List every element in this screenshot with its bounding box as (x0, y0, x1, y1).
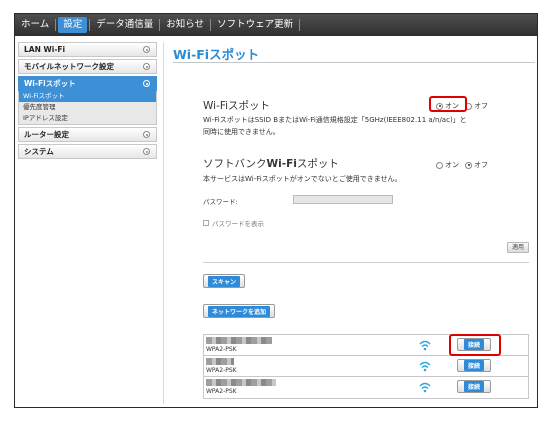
sidebar-item-system[interactable]: システム (18, 144, 157, 159)
sidebar-item-lan-wifi[interactable]: LAN Wi-Fi (18, 42, 157, 57)
circle-dot-icon (143, 80, 150, 87)
ssid-redacted (206, 337, 272, 344)
main-content: Wi-Fiスポット Wi-Fiスポット オン オフ Wi-FiスポットはSSID… (173, 40, 535, 406)
sidebar-item-label: LAN Wi-Fi (24, 45, 66, 54)
softbank-spot-on-label: オン (445, 161, 459, 169)
softbank-spot-on-radio[interactable] (436, 161, 443, 169)
connect-button[interactable]: 接続 (457, 359, 491, 372)
sidebar-item-mobile-network[interactable]: モバイルネットワーク設定 (18, 59, 157, 74)
circle-dot-icon (143, 46, 150, 53)
scan-button-label: スキャン (208, 275, 241, 287)
circle-dot-icon (143, 131, 150, 138)
show-password-row: パスワードを表示 (203, 218, 264, 228)
network-security: WPA2-PSK (206, 346, 237, 353)
sidebar-item-wifi-spot[interactable]: Wi-Fiスポット (18, 76, 157, 91)
network-security: WPA2-PSK (206, 388, 237, 395)
sidebar-item-router[interactable]: ルーター設定 (18, 127, 157, 142)
sidebar-subitem-ip-address[interactable]: IPアドレス設定 (19, 113, 156, 124)
password-field[interactable] (293, 195, 393, 204)
wifi-spot-on-highlight (429, 96, 467, 112)
softbank-heading-suffix: スポット (296, 158, 339, 170)
wifi-spot-description: Wi-FiスポットはSSID BまたはWi-Fi通信規格設定「5GHz(IEEE… (203, 114, 467, 138)
sidebar-item-label: Wi-Fiスポット (24, 79, 76, 88)
softbank-wifi-spot-heading: ソフトバンクWi-Fiスポット (203, 156, 339, 171)
top-navigation: ホーム 設定 データ通信量 お知らせ ソフトウェア更新 (15, 14, 537, 36)
sidebar-submenu: Wi-Fiスポット 優先度管理 IPアドレス設定 (18, 91, 157, 125)
wifi-spot-desc-line: Wi-FiスポットはSSID BまたはWi-Fi通信規格設定「5GHz(IEEE… (203, 116, 467, 124)
password-label: パスワード: (203, 198, 238, 206)
circle-dot-icon (143, 63, 150, 70)
network-row: WPA2-PSK 接続 (204, 377, 528, 398)
wifi-spot-off-label: オフ (474, 102, 488, 110)
title-divider (173, 62, 535, 63)
page-title: Wi-Fiスポット (173, 47, 260, 62)
softbank-heading-bold: Wi-Fi (266, 158, 297, 170)
add-network-button[interactable]: ネットワークを追加 (203, 304, 276, 318)
softbank-spot-description: 本サービスはWi-Fiスポットがオンでないとご使用できません。 (203, 175, 402, 183)
sidebar-subitem-wifi-spot[interactable]: Wi-Fiスポット (19, 91, 156, 102)
column-divider (163, 42, 164, 404)
nav-software-update[interactable]: ソフトウェア更新 (211, 14, 299, 36)
apply-button[interactable]: 適用 (507, 242, 529, 253)
section-divider (203, 262, 529, 263)
show-password-label: パスワードを表示 (212, 220, 264, 228)
add-network-button-label: ネットワークを追加 (208, 305, 271, 317)
wifi-spot-heading: Wi-Fiスポット (203, 100, 271, 112)
softbank-spot-off-radio[interactable] (465, 161, 472, 169)
nav-divider (299, 19, 301, 31)
network-security: WPA2-PSK (206, 367, 237, 374)
sidebar-item-label: モバイルネットワーク設定 (24, 62, 114, 71)
softbank-heading-prefix: ソフトバンク (203, 158, 267, 170)
nav-notifications[interactable]: お知らせ (160, 14, 210, 36)
ssid-redacted (206, 379, 276, 386)
scan-button[interactable]: スキャン (203, 274, 246, 288)
softbank-spot-off-label: オフ (474, 161, 488, 169)
connect-button-label: 接続 (463, 381, 484, 392)
nav-home[interactable]: ホーム (15, 14, 55, 36)
nav-settings[interactable]: 設定 (58, 17, 88, 33)
connect-button-label: 接続 (463, 360, 484, 371)
circle-dot-icon (143, 148, 150, 155)
connect-button-highlight (449, 334, 501, 356)
wifi-signal-icon (419, 340, 431, 351)
sidebar: LAN Wi-Fi モバイルネットワーク設定 Wi-Fiスポット Wi-Fiスポ… (18, 42, 157, 161)
show-password-checkbox[interactable] (203, 220, 209, 226)
softbank-spot-toggle: オン オフ (436, 160, 494, 170)
sidebar-item-label: システム (24, 147, 54, 156)
sidebar-subitem-priority[interactable]: 優先度管理 (19, 102, 156, 113)
wifi-signal-icon (419, 361, 431, 372)
wifi-signal-icon (419, 382, 431, 393)
nav-data-usage[interactable]: データ通信量 (90, 14, 159, 36)
nav-divider (55, 19, 57, 31)
network-row: WPA2-PSK 接続 (204, 356, 528, 377)
wifi-spot-desc-line: 同時に使用できません。 (203, 128, 280, 136)
app-window: ホーム 設定 データ通信量 お知らせ ソフトウェア更新 LAN Wi-Fi モバ… (14, 13, 538, 408)
connect-button[interactable]: 接続 (457, 380, 491, 393)
ssid-redacted (206, 358, 234, 365)
sidebar-item-label: ルーター設定 (24, 130, 69, 139)
